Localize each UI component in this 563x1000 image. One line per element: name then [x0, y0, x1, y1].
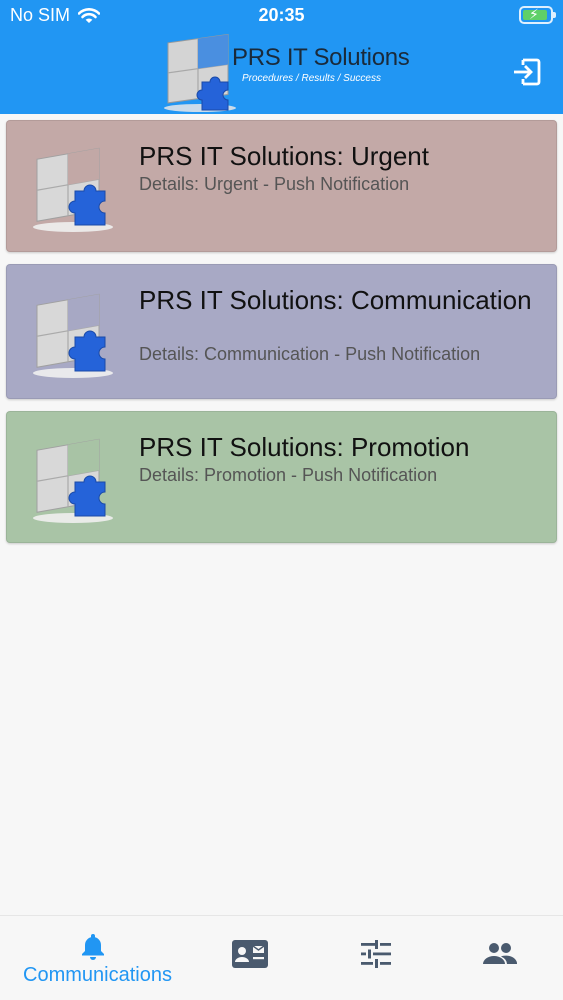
tab-people[interactable] [430, 916, 563, 1000]
tab-label: Communications [23, 964, 172, 986]
bell-icon [82, 934, 104, 960]
sliders-icon [361, 940, 391, 968]
notification-details: Details: Communication - Push Notificati… [139, 344, 481, 364]
notification-card-urgent[interactable]: PRS IT Solutions: Urgent Details: Urgent… [6, 120, 557, 252]
notification-details: Details: Urgent - Push Notification [139, 174, 410, 194]
status-bar: No SIM 20:35 ⚡ [0, 0, 563, 32]
notification-title: PRS IT Solutions: Communication [139, 285, 532, 315]
notification-card-communication[interactable]: PRS IT Solutions: Communication Details:… [6, 264, 557, 399]
notification-card-promotion[interactable]: PRS IT Solutions: Promotion Details: Pro… [6, 411, 557, 543]
notification-details: Details: Promotion - Push Notification [139, 465, 438, 485]
puzzle-thumbnail-icon [33, 147, 113, 232]
puzzle-thumbnail-icon [33, 438, 113, 523]
people-icon [483, 943, 517, 964]
notification-title: PRS IT Solutions: Urgent [139, 141, 429, 171]
company-logo: PRS IT Solutions Procedures / Results / … [160, 32, 420, 112]
bottom-tab-bar: Communications [0, 915, 563, 1000]
logout-icon [514, 58, 541, 86]
tab-settings[interactable] [306, 916, 446, 1000]
notification-title: PRS IT Solutions: Promotion [139, 432, 470, 462]
logo-title: PRS IT Solutions [232, 44, 410, 71]
contact-card-icon [232, 940, 268, 968]
app-header: No SIM 20:35 ⚡ PRS IT Solutions Procedur… [0, 0, 563, 114]
logout-button[interactable] [511, 56, 543, 88]
logo-tagline: Procedures / Results / Success [242, 73, 381, 84]
tab-contacts[interactable] [180, 916, 320, 1000]
tab-communications[interactable]: Communications [23, 916, 172, 1000]
puzzle-thumbnail-icon [33, 293, 113, 378]
status-time: 20:35 [258, 5, 305, 25]
notification-list: PRS IT Solutions: Urgent Details: Urgent… [6, 120, 557, 555]
battery-charging-icon: ⚡ [519, 6, 556, 24]
